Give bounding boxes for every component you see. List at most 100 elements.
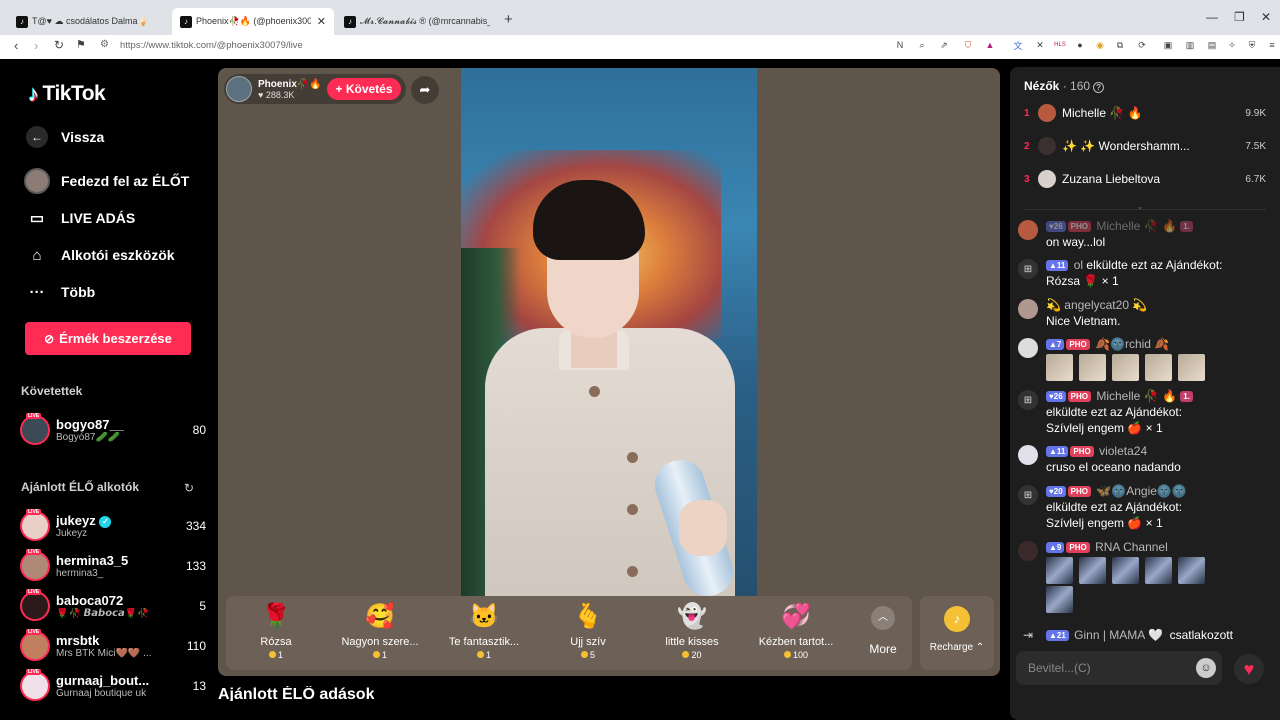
new-tab-button[interactable]: + — [504, 11, 513, 28]
chat-avatar[interactable] — [1018, 220, 1038, 240]
account-nickname: Jukeyz — [56, 528, 88, 539]
brave-shield-icon[interactable]: ⛉ — [962, 39, 974, 51]
gift-item[interactable]: 👻 little kisses 20 — [642, 602, 742, 666]
recommended-account[interactable]: LIVE baboca072 🌹🥀 𝘽𝙖𝙗𝙤𝙘𝙖🌹🥀 5 — [20, 589, 206, 623]
top-viewer[interactable]: 1 Michelle 🥀 🔥 9.9K — [1024, 103, 1266, 123]
site-settings-icon[interactable]: ⚙ — [100, 39, 109, 50]
reload-icon[interactable]: ↻ — [54, 38, 64, 52]
emoji-icon[interactable]: ☺ — [1196, 658, 1216, 678]
get-coins-button[interactable]: ⊘ Érmék beszerzése — [25, 322, 191, 355]
forward-arrow-icon[interactable]: › — [34, 38, 38, 53]
live-tag: LIVE — [26, 509, 42, 515]
host-likes: ♥ 288.3K — [258, 89, 295, 100]
chat-user-line: ▲9 PHO RNA Channel — [1046, 539, 1272, 555]
share-arrow-icon[interactable]: ➦ — [411, 76, 439, 104]
chat-avatar[interactable] — [1018, 338, 1038, 358]
chat-username[interactable]: Michelle 🥀 🔥 — [1096, 389, 1177, 403]
following-account[interactable]: LIVE bogyo87__ Bogyó87🥒🥒 80 — [20, 413, 206, 447]
ext-color-icon[interactable]: ◉ — [1094, 39, 1106, 51]
translate-icon[interactable]: N — [894, 39, 906, 51]
recommended-account[interactable]: LIVE gurnaaj_bout... Gurnaaj boutique uk… — [20, 669, 206, 703]
browser-tab-1[interactable]: ♪ T@♥ ☁ csodálatos Dalma🍦 — [8, 8, 170, 35]
hls-ext-icon[interactable]: HLS — [1054, 39, 1066, 51]
logo-text: TikTok — [42, 82, 106, 105]
ext-circle-icon[interactable]: ● — [1074, 39, 1086, 51]
gift-name: Nagyon szere... — [341, 636, 419, 648]
recommended-account[interactable]: LIVE hermina3_5 hermina3_ 133 — [20, 549, 206, 583]
join-username[interactable]: Ginn | MAMA 🤍 — [1074, 628, 1163, 642]
top-viewer[interactable]: 2 ✨ ✨ Wondershamm... 7.5K — [1024, 136, 1266, 156]
chevron-down-icon[interactable]: ⌄ — [1136, 201, 1144, 212]
browser-tab-2[interactable]: ♪ Phoenix🥀🔥 (@phoenix3007 ✕ — [172, 8, 334, 35]
ext-translate-icon[interactable]: 文 — [1012, 39, 1024, 51]
chat-username[interactable]: 🍂🌚rchid 🍂 — [1095, 337, 1169, 351]
chat-avatar[interactable] — [1018, 445, 1038, 465]
cat-icon: 🐱 — [469, 603, 499, 630]
zoom-icon[interactable]: ⌕ — [916, 39, 928, 51]
minimize-icon[interactable]: — — [1206, 10, 1218, 24]
like-heart-icon[interactable]: ♥ — [1234, 654, 1264, 684]
chat-user-line: ▲11 PHO violeta24 — [1046, 443, 1272, 459]
tiktok-logo[interactable]: ♪ TikTok — [28, 81, 106, 107]
chat-username[interactable]: 🦋🌚Angie🌚🌚 — [1096, 484, 1186, 498]
arrow-left-icon: ← — [26, 126, 48, 148]
chat-input[interactable] — [1016, 661, 1196, 675]
share-icon[interactable]: ⇗ — [938, 39, 950, 51]
gift-message: ⊞ ▲11 ol elküldte ezt az Ajándékot: Rózs… — [1018, 257, 1272, 289]
triangle-ext-icon[interactable]: ▲ — [984, 39, 996, 51]
browser-tab-3[interactable]: ♪ 𝓜𝓻.𝓒𝓪𝓷𝓷𝓪𝓫𝓲𝓼 ® (@mrcannabis_ — [336, 8, 498, 35]
chat-message: 💫 angelycat20 💫 Nice Vietnam. — [1018, 297, 1272, 329]
refresh-icon[interactable]: ↻ — [184, 481, 194, 495]
gift-item[interactable]: 💞 Kézben tartot... 100 — [746, 602, 846, 666]
viewer-count: 80 — [192, 423, 206, 437]
sidebar-toggle-icon[interactable]: ▥ — [1184, 39, 1196, 51]
chat-gift-detail: Szívlelj engem 🍎 × 1 — [1046, 421, 1163, 435]
sticker-image — [1178, 354, 1205, 381]
leo-ai-icon[interactable]: ✧ — [1226, 39, 1238, 51]
enter-icon: ⇥ — [1022, 628, 1034, 642]
viewer-rank: 1 — [1024, 107, 1030, 119]
nav-explore-live[interactable]: Fedezd fel az ÉLŐT — [24, 168, 189, 194]
ext-x-icon[interactable]: ✕ — [1034, 39, 1046, 51]
account-username: gurnaaj_bout... — [56, 673, 150, 688]
chat-username[interactable]: Michelle 🥀 🔥 — [1096, 219, 1177, 233]
chat-username[interactable]: RNA Channel — [1095, 540, 1168, 554]
gift-item[interactable]: 🥰 Nagyon szere... 1 — [330, 602, 430, 666]
recommended-account[interactable]: LIVE mrsbtk Mrs BTK Mici🤎🤎 ... 110 — [20, 629, 206, 663]
account-names: jukeyz ✓ Jukeyz — [56, 513, 182, 539]
extensions-puzzle-icon[interactable]: ⧉ — [1114, 39, 1126, 51]
ext-refresh-icon[interactable]: ⟳ — [1136, 39, 1148, 51]
close-window-icon[interactable]: ✕ — [1261, 10, 1271, 24]
back-arrow-icon[interactable]: ‹ — [14, 38, 18, 53]
nav-more[interactable]: ··· Több — [24, 279, 96, 305]
chat-username[interactable]: ol — [1074, 258, 1083, 272]
recommended-account[interactable]: LIVE jukeyz ✓ Jukeyz 334 — [20, 509, 206, 543]
gift-item[interactable]: 🌹 Rózsa 1 — [226, 602, 326, 666]
address-bar[interactable]: https://www.tiktok.com/@phoenix30079/liv… — [120, 40, 303, 51]
menu-icon[interactable]: ≡ — [1266, 39, 1278, 51]
chat-avatar[interactable] — [1018, 299, 1038, 319]
live-video[interactable] — [461, 68, 757, 596]
close-tab-icon[interactable]: ✕ — [317, 15, 326, 28]
chat-username[interactable]: 💫 angelycat20 💫 — [1046, 297, 1272, 313]
chat-text: elküldte ezt az Ajándékot: — [1046, 500, 1183, 514]
chat-user-line: ♥26 PHO Michelle 🥀 🔥 1. — [1046, 218, 1272, 234]
recharge-button[interactable]: ♪ Recharge ⌃ — [920, 596, 994, 670]
follow-button[interactable]: + Követés — [327, 78, 401, 100]
ext-box-icon[interactable]: ▣ — [1162, 39, 1174, 51]
back-link[interactable]: ← Vissza — [24, 124, 104, 150]
chat-avatar[interactable] — [1018, 541, 1038, 561]
vpn-shield-icon[interactable]: ⛨ — [1246, 39, 1258, 51]
maximize-icon[interactable]: ❐ — [1234, 10, 1245, 24]
wallet-icon[interactable]: ▤ — [1206, 39, 1218, 51]
viewers-header[interactable]: Nézők · 160? — [1024, 79, 1105, 93]
more-gifts-button[interactable]: ︿ More — [858, 602, 908, 666]
chat-username[interactable]: violeta24 — [1099, 444, 1147, 458]
top-viewer[interactable]: 3 Zuzana Liebeltova 6.7K — [1024, 169, 1266, 189]
nav-live-studio[interactable]: ▭ LIVE ADÁS — [24, 205, 135, 231]
gift-item[interactable]: 🫰 Ujj szív 5 — [538, 602, 638, 666]
gift-item[interactable]: 🐱 Te fantasztik... 1 — [434, 602, 534, 666]
nav-creator-tools[interactable]: ⌂ Alkotói eszközök — [24, 242, 174, 268]
bookmark-icon[interactable]: ⚑ — [76, 38, 86, 51]
sticker-row — [1046, 557, 1272, 584]
